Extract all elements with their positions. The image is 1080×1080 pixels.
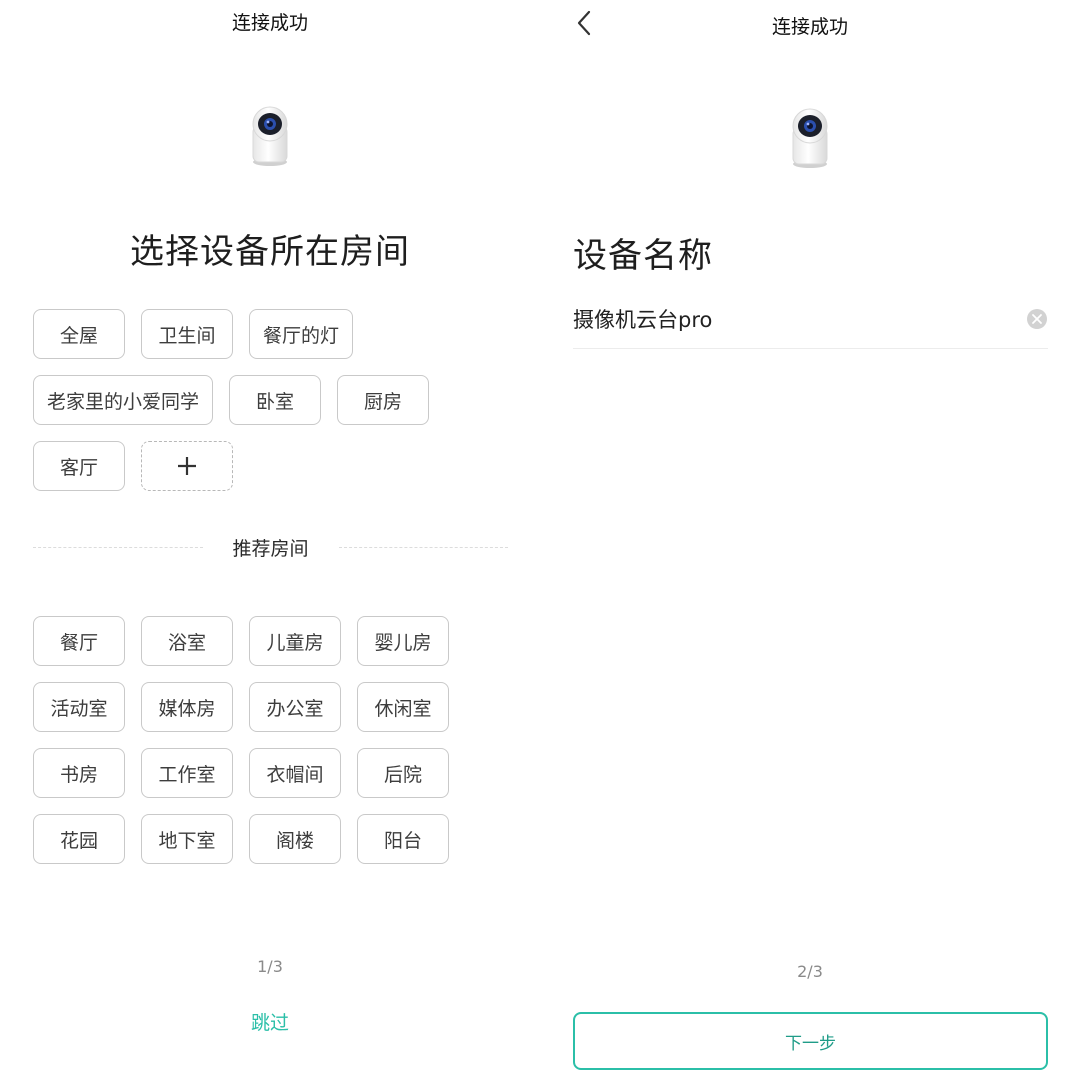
recommended-room-chip[interactable]: 活动室 (33, 682, 125, 732)
room-selection-screen: 连接成功 选择设备所在房间 全屋 卫生间 餐厅的灯 老家里的小爱同学 卧室 厨房… (0, 0, 540, 1080)
recommended-room-chip[interactable]: 儿童房 (249, 616, 341, 666)
device-name-field (573, 290, 1048, 349)
section-heading: 设备名称 (573, 236, 713, 276)
recommended-room-chip[interactable]: 办公室 (249, 682, 341, 732)
clear-icon[interactable] (1026, 308, 1048, 330)
recommended-divider: 推荐房间 (33, 532, 509, 562)
recommended-room-chip[interactable]: 书房 (33, 748, 125, 798)
room-chip[interactable]: 餐厅的灯 (249, 309, 354, 359)
room-chip[interactable]: 卫生间 (141, 309, 233, 359)
my-rooms-list: 全屋 卫生间 餐厅的灯 老家里的小爱同学 卧室 厨房 客厅 (33, 309, 513, 491)
recommended-room-chip[interactable]: 花园 (33, 814, 125, 864)
room-chip[interactable]: 厨房 (337, 375, 430, 425)
recommended-room-chip[interactable]: 婴儿房 (357, 616, 449, 666)
recommended-room-chip[interactable]: 阳台 (357, 814, 449, 864)
recommended-room-chip[interactable]: 工作室 (141, 748, 233, 798)
recommended-room-chip[interactable]: 衣帽间 (249, 748, 341, 798)
recommended-room-chip[interactable]: 休闲室 (357, 682, 449, 732)
plus-icon (178, 457, 196, 475)
recommended-room-chip[interactable]: 阁楼 (249, 814, 341, 864)
room-chip[interactable]: 客厅 (33, 441, 125, 491)
recommended-room-chip[interactable]: 浴室 (141, 616, 233, 666)
camera-device-icon (248, 104, 292, 168)
next-step-button[interactable]: 下一步 (573, 1012, 1048, 1070)
camera-device-icon (788, 106, 832, 170)
device-name-screen: 连接成功 设备名称 2/3 下一步 (540, 0, 1080, 1080)
page-title: 连接成功 (231, 12, 308, 34)
room-chip[interactable]: 全屋 (33, 309, 125, 359)
divider-line (33, 546, 203, 548)
device-name-input[interactable] (573, 307, 993, 331)
divider-line (338, 546, 509, 548)
room-chip[interactable]: 老家里的小爱同学 (33, 375, 214, 425)
recommended-rooms-list: 餐厅 浴室 儿童房 婴儿房 活动室 媒体房 办公室 休闲室 书房 工作室 衣帽间… (33, 616, 513, 864)
recommended-room-chip[interactable]: 餐厅 (33, 616, 125, 666)
recommended-room-chip[interactable]: 后院 (357, 748, 449, 798)
add-room-button[interactable] (141, 441, 233, 491)
page-title: 连接成功 (771, 16, 848, 38)
recommended-room-chip[interactable]: 媒体房 (141, 682, 233, 732)
room-chip[interactable]: 卧室 (229, 375, 322, 425)
page-indicator: 2/3 (797, 962, 823, 981)
recommended-label: 推荐房间 (232, 537, 309, 560)
section-heading: 选择设备所在房间 (130, 232, 410, 272)
recommended-room-chip[interactable]: 地下室 (141, 814, 233, 864)
page-indicator: 1/3 (257, 957, 283, 976)
skip-button[interactable]: 跳过 (0, 1008, 540, 1035)
